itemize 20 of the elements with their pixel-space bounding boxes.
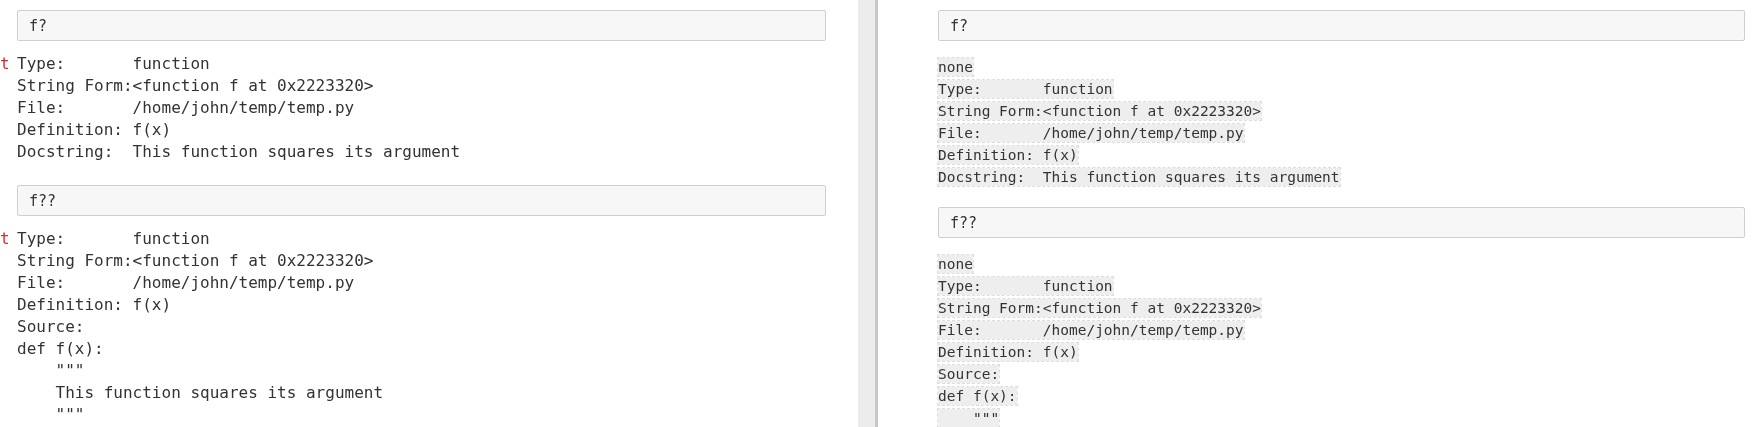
output-prompt: t bbox=[0, 228, 11, 250]
output-line: Definition: f(x) bbox=[17, 294, 172, 316]
output-line: Docstring: This function squares its argument bbox=[17, 141, 461, 163]
output-line: Type: function bbox=[17, 53, 210, 75]
output-line: def f(x): bbox=[17, 338, 104, 360]
output-line: Definition: f(x) bbox=[17, 119, 172, 141]
output-line: String Form:<function f at 0x2223320> bbox=[17, 250, 374, 272]
output-line: File: /home/john/temp/temp.py bbox=[17, 272, 355, 294]
output-line: Type: function bbox=[17, 228, 210, 250]
output-line: This function squares its argument bbox=[54, 382, 384, 404]
code-input-cell[interactable]: f?? bbox=[17, 185, 826, 216]
code-input-cell[interactable]: f? bbox=[17, 10, 826, 41]
output-line: String Form:<function f at 0x2223320> bbox=[17, 75, 374, 97]
output-line: """ bbox=[54, 404, 85, 426]
output-line: """ bbox=[54, 360, 85, 382]
output-line: File: /home/john/temp/temp.py bbox=[17, 97, 355, 119]
output-prompt: t bbox=[0, 53, 11, 75]
output-line: Source: bbox=[17, 316, 85, 338]
code-input-cell[interactable]: f?? bbox=[938, 207, 1745, 238]
code-input-cell[interactable]: f? bbox=[938, 10, 1745, 41]
